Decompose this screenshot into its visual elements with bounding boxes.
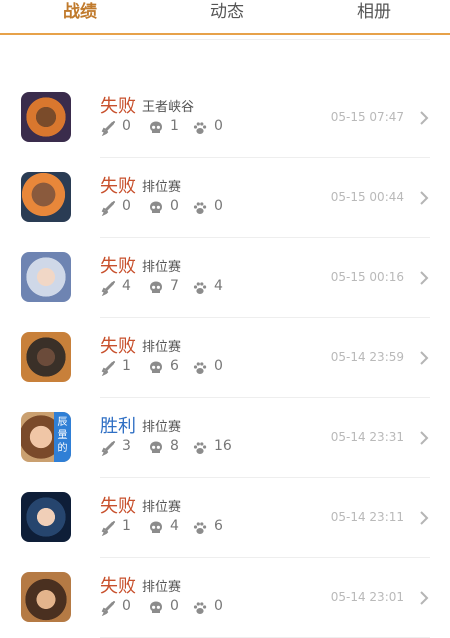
assists-count: 0 (214, 198, 223, 214)
match-mode: 王者峡谷 (142, 100, 195, 115)
match-row[interactable]: 辰量的 胜利 排位赛 3 8 16 05-14 23:31 (0, 398, 450, 478)
assists-count: 6 (214, 518, 223, 534)
match-mode: 排位赛 (142, 180, 182, 195)
match-result: 失败 (100, 256, 136, 277)
chevron-right-icon[interactable] (416, 348, 432, 368)
match-result: 胜利 (100, 416, 136, 437)
chevron-right-icon[interactable] (416, 108, 432, 128)
deaths-count: 4 (170, 518, 179, 534)
match-row[interactable]: 失败 王者峡谷 0 1 0 05-15 07:47 (0, 78, 450, 158)
tab-record[interactable]: 战绩 (20, 0, 140, 30)
match-result: 失败 (100, 496, 136, 517)
match-result: 失败 (100, 576, 136, 597)
match-row[interactable]: 失败 排位赛 4 7 4 05-15 00:16 (0, 238, 450, 318)
assists-count: 0 (214, 118, 223, 134)
hero-avatar (21, 92, 71, 142)
kills-count: 0 (122, 198, 131, 214)
tab-feed[interactable]: 动态 (167, 0, 287, 30)
match-result: 失败 (100, 96, 136, 117)
hero-avatar (21, 172, 71, 222)
chevron-right-icon[interactable] (416, 588, 432, 608)
deaths-count: 1 (170, 118, 179, 134)
chevron-right-icon[interactable] (416, 508, 432, 528)
deaths-count: 8 (170, 438, 179, 454)
match-time: 05-15 00:16 (330, 270, 404, 284)
match-time: 05-15 07:47 (330, 110, 404, 124)
deaths-count: 7 (170, 278, 179, 294)
match-time: 05-15 00:44 (330, 190, 404, 204)
match-time: 05-14 23:11 (330, 510, 404, 524)
match-time: 05-14 23:59 (330, 350, 404, 364)
hero-avatar (21, 332, 71, 382)
kills-count: 1 (122, 358, 131, 374)
match-mode: 排位赛 (142, 500, 182, 515)
hero-avatar: 辰量的 (21, 412, 71, 462)
match-row[interactable]: 失败 排位赛 0 0 0 05-15 00:44 (0, 158, 450, 238)
chevron-right-icon[interactable] (416, 268, 432, 288)
deaths-count: 6 (170, 358, 179, 374)
kills-count: 0 (122, 598, 131, 614)
deaths-count: 0 (170, 198, 179, 214)
row-divider (100, 39, 430, 40)
match-mode: 排位赛 (142, 260, 182, 275)
assists-count: 16 (214, 438, 232, 454)
kills-count: 3 (122, 438, 131, 454)
match-row[interactable]: 失败 排位赛 0 0 0 05-14 23:01 (0, 558, 450, 638)
assists-count: 4 (214, 278, 223, 294)
tab-underline (0, 33, 450, 35)
match-time: 05-14 23:31 (330, 430, 404, 444)
match-mode: 排位赛 (142, 580, 182, 595)
match-row[interactable]: 失败 排位赛 1 4 6 05-14 23:11 (0, 478, 450, 558)
match-time: 05-14 23:01 (330, 590, 404, 604)
match-result: 失败 (100, 336, 136, 357)
match-row[interactable]: 失败 排位赛 1 6 0 05-14 23:59 (0, 318, 450, 398)
chevron-right-icon[interactable] (416, 428, 432, 448)
assists-count: 0 (214, 598, 223, 614)
kills-count: 4 (122, 278, 131, 294)
match-mode: 排位赛 (142, 420, 182, 435)
hero-avatar (21, 572, 71, 622)
match-result: 失败 (100, 176, 136, 197)
hero-avatar (21, 492, 71, 542)
tab-album[interactable]: 相册 (314, 0, 434, 30)
kills-count: 0 (122, 118, 131, 134)
chevron-right-icon[interactable] (416, 188, 432, 208)
deaths-count: 0 (170, 598, 179, 614)
assists-count: 0 (214, 358, 223, 374)
kills-count: 1 (122, 518, 131, 534)
hero-avatar (21, 252, 71, 302)
match-mode: 排位赛 (142, 340, 182, 355)
tab-bar: 战绩 动态 相册 (0, 0, 450, 35)
skin-badge: 辰量的 (54, 412, 71, 462)
